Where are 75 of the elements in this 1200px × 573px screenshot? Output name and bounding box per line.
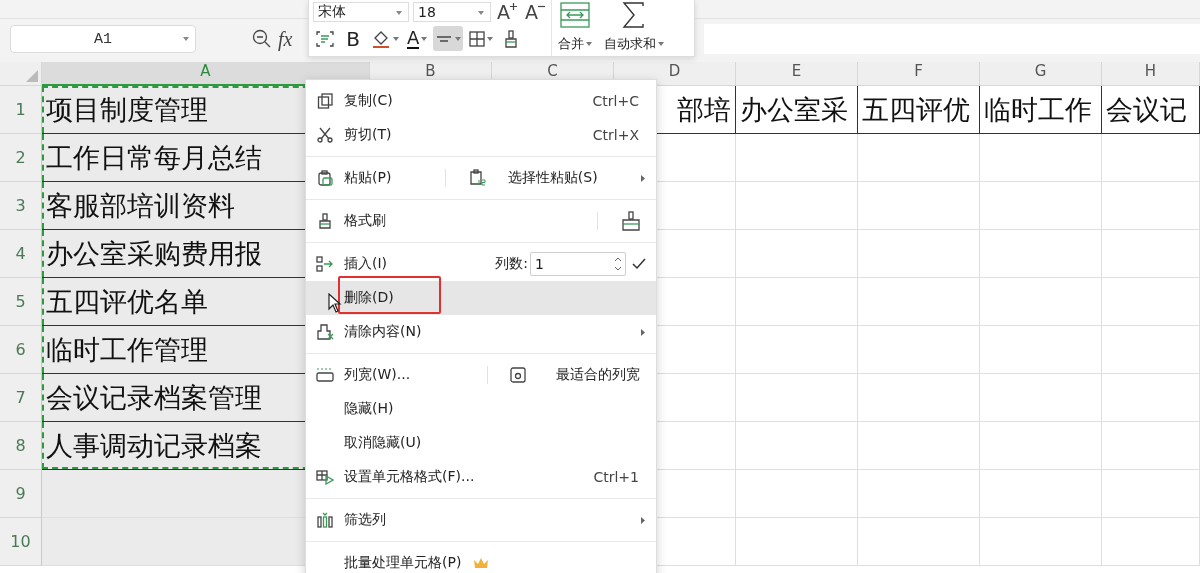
field-label: 列数:: [495, 255, 528, 273]
autofit-icon[interactable]: [510, 367, 526, 383]
filter-columns-icon: [317, 512, 333, 528]
menu-option[interactable]: 选择性粘贴(S): [507, 169, 598, 187]
row-header[interactable]: 3: [0, 182, 42, 230]
caret-icon: [487, 36, 494, 41]
eraser-icon: [316, 324, 334, 340]
merge-cells-icon: [560, 2, 590, 28]
brush-icon: [317, 213, 333, 229]
row-header[interactable]: 7: [0, 374, 42, 422]
table-cell: 办公室采: [736, 86, 858, 134]
check-icon[interactable]: [632, 258, 646, 270]
decrease-font-button[interactable]: A: [523, 2, 547, 22]
name-box[interactable]: A1: [10, 25, 196, 53]
mouse-cursor-icon: [328, 293, 342, 313]
caret-icon: [396, 11, 402, 15]
borders-icon: [469, 30, 486, 47]
caret-icon: [478, 11, 484, 15]
caret-icon: [658, 42, 664, 46]
row-header[interactable]: 6: [0, 326, 42, 374]
table-cell: 临时工作: [980, 86, 1102, 134]
table-cell: 会议记: [1102, 86, 1200, 134]
column-width-icon: [316, 368, 334, 382]
increase-font-button[interactable]: A: [495, 2, 519, 22]
column-header[interactable]: G: [980, 62, 1102, 86]
format-cells-icon: [316, 469, 334, 485]
crown-icon: [473, 557, 490, 569]
wrap-text-icon: [316, 30, 334, 47]
row-header[interactable]: 9: [0, 470, 42, 518]
align-button[interactable]: [433, 26, 464, 51]
menu-item-label: 设置单元格格式(F)...: [344, 468, 475, 486]
submenu-arrow-icon: [641, 516, 646, 524]
menu-item-label: 批量处理单元格(P): [344, 554, 462, 572]
font-color-button[interactable]: A: [405, 26, 430, 51]
row-header[interactable]: 2: [0, 134, 42, 182]
function-icon[interactable]: fx: [278, 27, 293, 51]
menu-item[interactable]: 批量处理单元格(P): [306, 546, 656, 573]
row-header[interactable]: 1: [0, 86, 42, 134]
submenu-arrow-icon: [641, 174, 646, 182]
caret-icon: [393, 36, 399, 41]
column-header[interactable]: F: [858, 62, 980, 86]
caret-icon: [455, 36, 462, 41]
column-header[interactable]: H: [1102, 62, 1200, 86]
bold-button[interactable]: B: [341, 26, 365, 51]
caret-icon: [586, 42, 592, 46]
scissors-icon: [317, 127, 333, 143]
font-select[interactable]: 宋体: [313, 2, 409, 22]
table-cell: 五四评优: [858, 86, 980, 134]
zoom-icon[interactable]: [252, 29, 272, 49]
spinner-arrows-icon[interactable]: [615, 257, 621, 271]
row-header[interactable]: 8: [0, 422, 42, 470]
row-header[interactable]: 4: [0, 230, 42, 278]
plus-icon: [510, 2, 517, 10]
copy-icon: [317, 93, 333, 109]
font-size-select[interactable]: 18: [413, 2, 491, 22]
caret-icon: [421, 36, 428, 41]
submenu-arrow-icon: [641, 328, 646, 336]
insert-icon: [316, 256, 334, 272]
menu-item[interactable]: 筛选列: [306, 503, 656, 537]
menu-option[interactable]: 最适合的列宽: [556, 366, 640, 384]
shortcut-text: Ctrl+1: [593, 469, 639, 485]
sum-icon: [622, 2, 646, 28]
clipboard-icon: [317, 170, 333, 186]
menu-item-label: 筛选列: [344, 511, 386, 529]
caret-icon: [183, 37, 189, 41]
merge-button[interactable]: 合并: [552, 0, 598, 56]
column-header[interactable]: D: [614, 62, 736, 86]
brush-icon[interactable]: [620, 211, 642, 231]
column-header[interactable]: E: [736, 62, 858, 86]
row-header[interactable]: 10: [0, 518, 42, 566]
autosum-button[interactable]: 自动求和: [598, 0, 670, 56]
format-brush-icon: [503, 29, 520, 48]
clipboard-icon[interactable]: [467, 169, 486, 187]
row-header[interactable]: 5: [0, 278, 42, 326]
count-field[interactable]: 1: [530, 252, 626, 276]
